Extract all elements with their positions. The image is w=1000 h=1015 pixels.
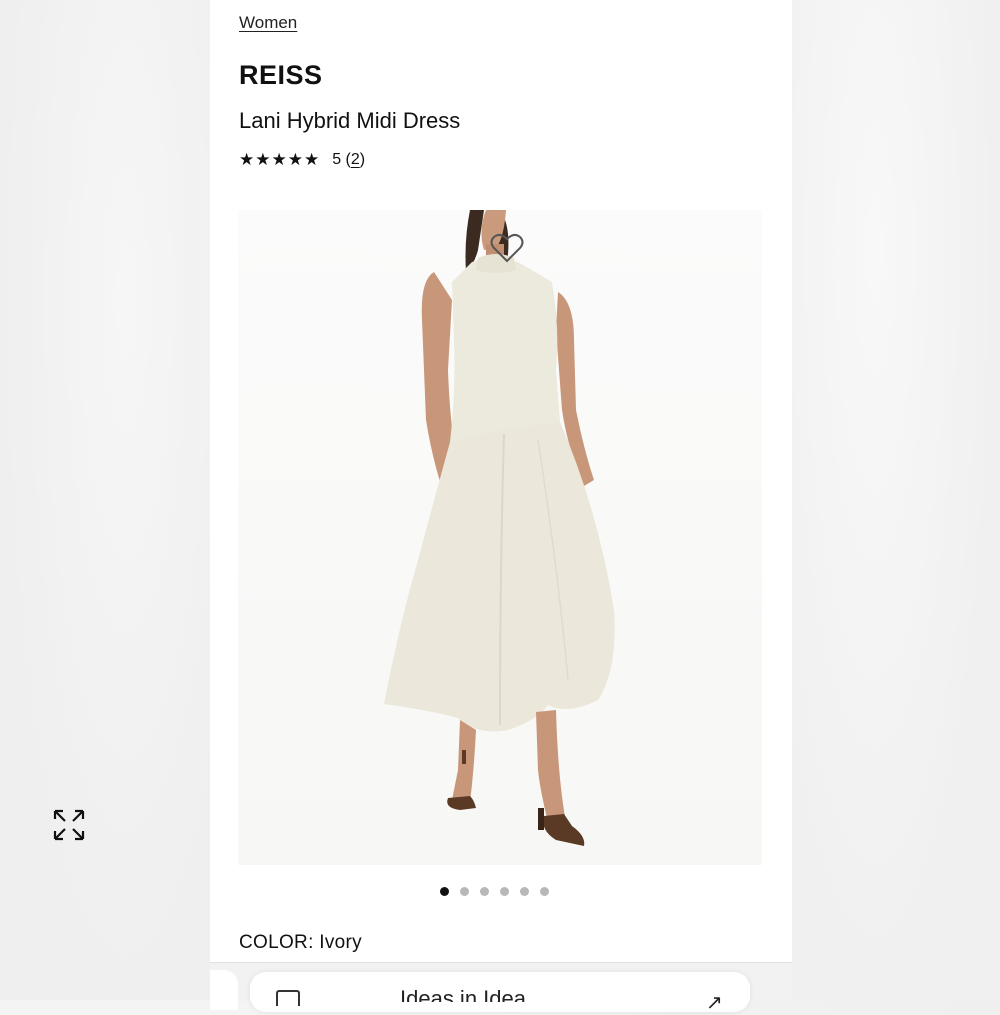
- background-right: [792, 0, 1000, 1000]
- color-value: Ivory: [319, 932, 362, 953]
- gallery-dot-2[interactable]: [460, 887, 469, 896]
- color-label: COLOR:: [239, 932, 320, 953]
- tabs-icon[interactable]: [276, 990, 300, 1006]
- model-illustration: [384, 210, 615, 846]
- rating-prefix: 5 (: [332, 151, 351, 168]
- product-image[interactable]: [238, 210, 762, 865]
- gallery-dot-3[interactable]: [480, 887, 489, 896]
- gallery-dot-5[interactable]: [520, 887, 529, 896]
- gallery-dots: [440, 887, 549, 896]
- breadcrumb-women[interactable]: Women: [239, 13, 297, 33]
- review-count[interactable]: 5 (2): [332, 151, 365, 169]
- product-title: Lani Hybrid Midi Dress: [239, 108, 461, 133]
- share-icon[interactable]: ↗: [706, 990, 723, 1015]
- rating-stars: ★★★★★: [239, 150, 321, 169]
- brand-name[interactable]: REISS: [239, 60, 323, 91]
- color-selection: COLOR: Ivory: [239, 932, 362, 954]
- rating-suffix: ): [359, 151, 366, 168]
- product-page: Women REISS Lani Hybrid Midi Dress ★★★★★…: [210, 0, 792, 962]
- previous-tab[interactable]: [210, 970, 238, 1010]
- gallery-dot-4[interactable]: [500, 887, 509, 896]
- review-count-link[interactable]: 2: [351, 151, 360, 168]
- expand-icon[interactable]: [52, 808, 86, 842]
- background-left: [0, 0, 210, 1000]
- rating: ★★★★★ 5 (2): [239, 150, 365, 170]
- heart-icon[interactable]: [490, 232, 524, 264]
- gallery-dot-1[interactable]: [440, 887, 449, 896]
- gallery-dot-6[interactable]: [540, 887, 549, 896]
- address-bar[interactable]: Ideas in Idea: [250, 972, 750, 1012]
